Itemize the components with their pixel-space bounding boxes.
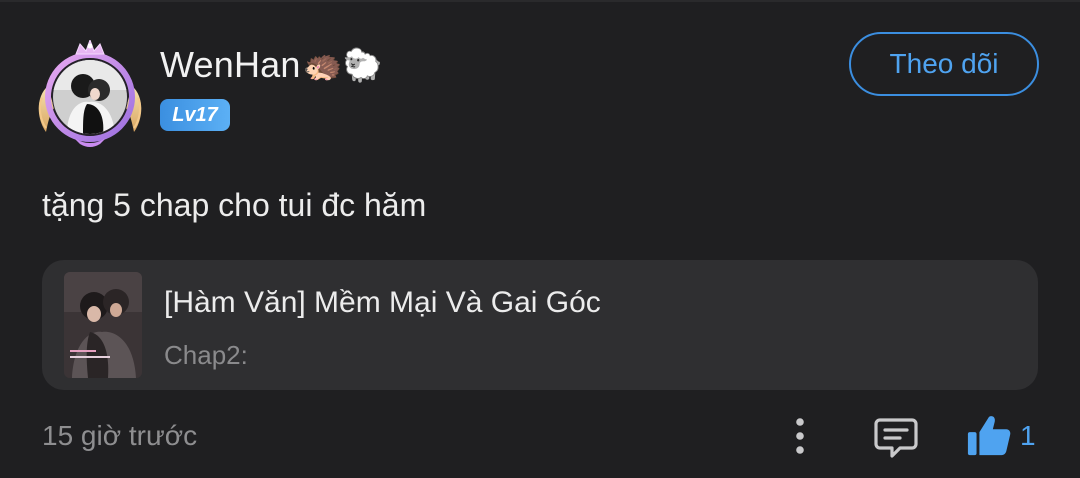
like-button[interactable]: 1	[966, 410, 1036, 462]
comment-card: WenHan 🦔🐑 Lv17 Theo dõi tặng 5 chap cho t…	[0, 0, 1080, 478]
chapter-subtitle: Chap2:	[164, 340, 248, 370]
more-vertical-icon	[796, 418, 804, 454]
thumbs-up-icon	[967, 416, 1011, 456]
avatar[interactable]	[34, 40, 146, 152]
username-text: WenHan	[160, 44, 301, 85]
comment-text: tặng 5 chap cho tui đc hăm	[42, 187, 427, 223]
timestamp: 15 giờ trước	[42, 420, 198, 451]
linked-chapter-card[interactable]: [Hàm Văn] Mềm Mại Và Gai Góc Chap2:	[42, 260, 1038, 390]
follow-button[interactable]: Theo dõi	[849, 32, 1039, 96]
more-button[interactable]	[780, 412, 820, 460]
avatar-image	[53, 60, 127, 134]
username-emojis: 🦔🐑	[302, 46, 383, 84]
reply-button[interactable]	[872, 412, 920, 460]
username[interactable]: WenHan 🦔🐑	[160, 42, 383, 88]
comment-icon	[874, 418, 918, 458]
like-count: 1	[1020, 420, 1036, 451]
level-badge: Lv17	[160, 99, 230, 131]
chapter-title: [Hàm Văn] Mềm Mại Và Gai Góc	[164, 286, 601, 319]
chapter-cover-image	[64, 272, 142, 378]
